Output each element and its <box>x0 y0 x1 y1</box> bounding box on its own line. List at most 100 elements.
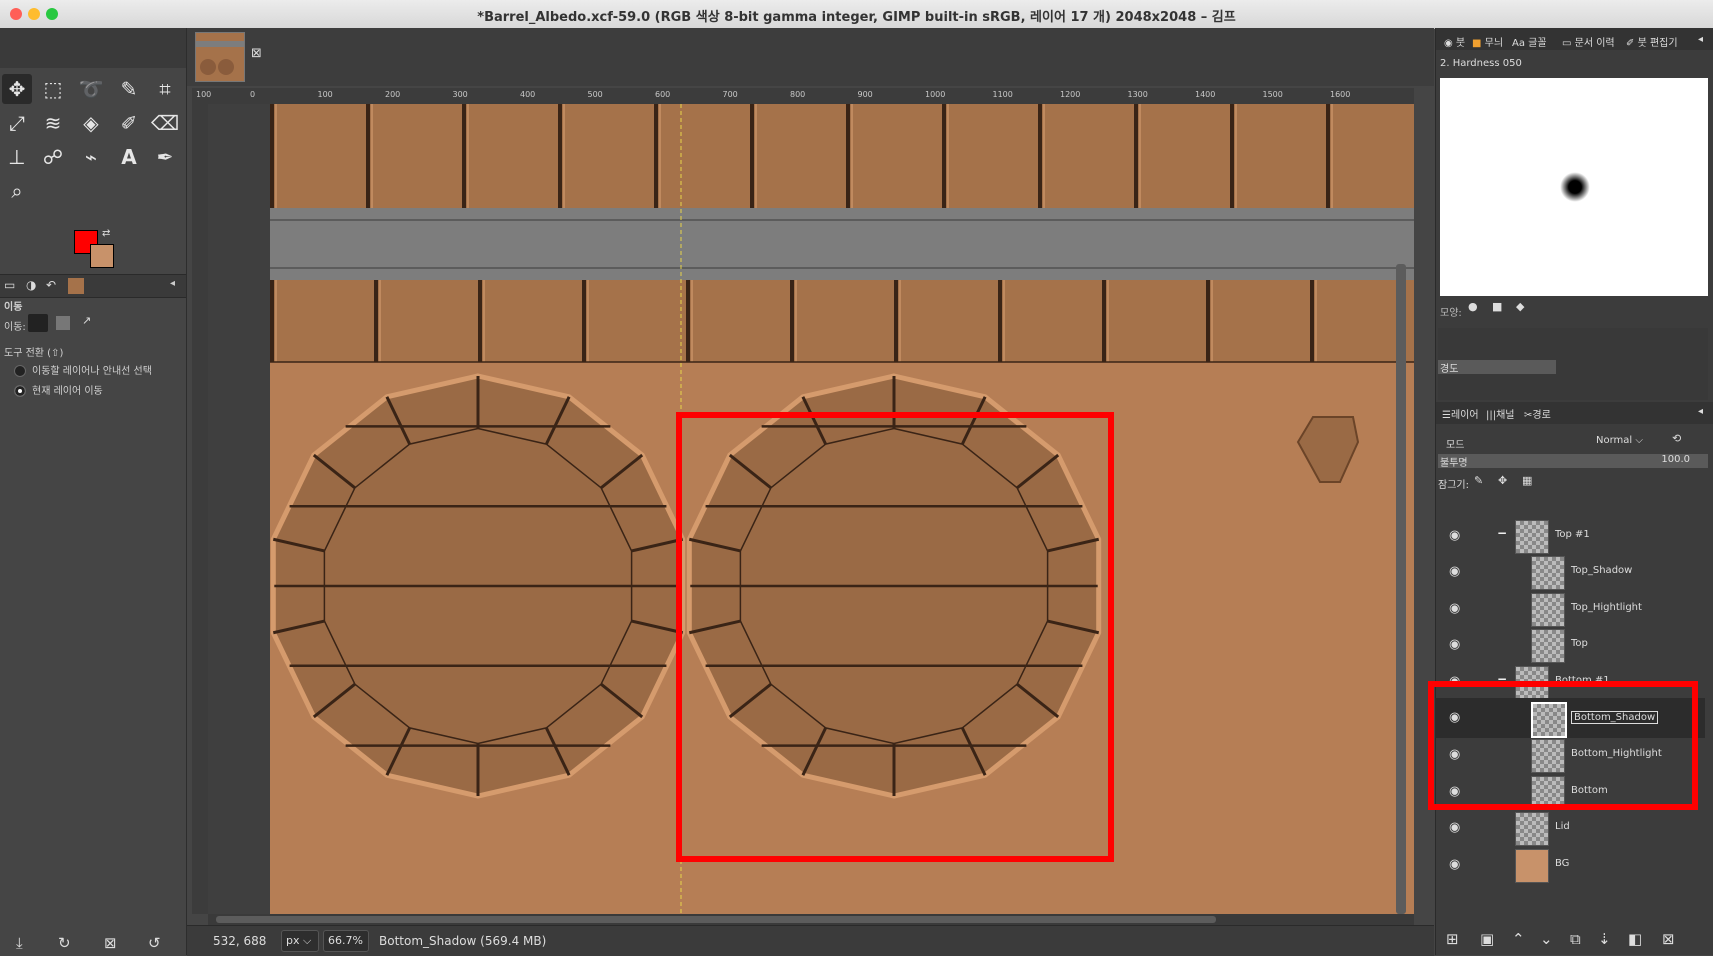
lock-position-icon[interactable]: ✥ <box>1498 474 1507 487</box>
layer-name[interactable]: Top_Hightlight <box>1571 602 1642 613</box>
square-shape-icon[interactable]: ■ <box>1492 300 1502 313</box>
fuzzy-select-tool-icon[interactable]: ✎ <box>114 74 144 104</box>
lock-alpha-icon[interactable]: ▦ <box>1522 474 1532 487</box>
delete-layer-icon[interactable]: ⊠ <box>1662 930 1675 948</box>
layer-thumbnail[interactable] <box>1515 520 1549 554</box>
color-picker-tool-icon[interactable]: ✒ <box>150 142 180 172</box>
ruler-tick-label: 0 <box>250 90 256 99</box>
eraser-tool-icon[interactable]: ⌫ <box>150 108 180 138</box>
circle-shape-icon[interactable]: ● <box>1468 300 1478 313</box>
move-selection-mode-icon[interactable] <box>56 316 70 330</box>
visibility-eye-icon[interactable]: ◉ <box>1449 637 1467 652</box>
visibility-eye-icon[interactable]: ◉ <box>1449 601 1467 616</box>
canvas-area[interactable] <box>208 104 1414 914</box>
lasso-tool-icon[interactable]: ➰ <box>76 74 106 104</box>
layer-thumbnail[interactable] <box>1515 849 1549 883</box>
layer-thumbnail[interactable] <box>1531 629 1565 663</box>
clone-tool-icon[interactable]: ⊥ <box>2 142 32 172</box>
device-status-tab-icon[interactable]: ◑ <box>26 278 36 292</box>
visibility-eye-icon[interactable]: ◉ <box>1449 564 1467 579</box>
delete-tool-preset-icon[interactable]: ⊠ <box>104 934 117 952</box>
tab-patterns[interactable]: ■ 무늬 <box>1472 34 1503 49</box>
layer-name[interactable]: Top #1 <box>1555 529 1590 540</box>
crop-tool-icon[interactable]: ⌗ <box>150 74 180 104</box>
lock-pixels-icon[interactable]: ✎ <box>1474 474 1483 487</box>
tool-options-title: 이동 <box>4 302 23 313</box>
layer-name[interactable]: Top <box>1571 638 1588 649</box>
rect-select-tool-icon[interactable]: ⬚ <box>38 74 68 104</box>
transform-tool-icon[interactable]: ⤢ <box>2 108 32 138</box>
restore-tool-preset-icon[interactable]: ↻ <box>58 934 71 952</box>
layer-name[interactable]: Lid <box>1555 821 1570 832</box>
tab-document-history[interactable]: ▭ 문서 이력 <box>1562 34 1615 49</box>
mask-layer-icon[interactable]: ◧ <box>1628 930 1642 948</box>
paths-tool-icon[interactable]: ⌁ <box>76 142 106 172</box>
tab-channels[interactable]: |||채널 <box>1486 406 1515 421</box>
unit-select[interactable]: px ⌵ <box>281 930 319 952</box>
merge-layer-icon[interactable]: ⇣ <box>1598 930 1611 948</box>
barrel-bottom-disc-right <box>686 373 1102 799</box>
layer-name[interactable]: BG <box>1555 858 1569 869</box>
image-tab-thumbnail[interactable] <box>195 32 245 82</box>
lower-layer-icon[interactable]: ⌄ <box>1540 930 1553 948</box>
save-tool-preset-icon[interactable]: ⤓ <box>16 934 23 952</box>
tab-layers[interactable]: ☰레이어 <box>1442 406 1479 421</box>
dock-menu-icon[interactable]: ◂ <box>1698 34 1703 45</box>
brush-preview[interactable] <box>1440 78 1708 296</box>
diamond-shape-icon[interactable]: ◆ <box>1516 300 1524 313</box>
option-active-radio[interactable]: 현재 레이어 이동 <box>14 382 103 397</box>
layer-name[interactable]: Top_Shadow <box>1571 565 1632 576</box>
paintbrush-tool-icon[interactable]: ✐ <box>114 108 144 138</box>
layers-dock-menu-icon[interactable]: ◂ <box>1698 406 1703 417</box>
zoom-select[interactable]: 66.7% <box>323 930 369 952</box>
layer-row[interactable]: ◉ − Top #1 <box>1435 516 1705 556</box>
tool-options-tab-icon[interactable]: ▭ <box>4 278 15 292</box>
layer-row[interactable]: ◉ Top_Hightlight <box>1435 589 1705 629</box>
tab-brush-editor[interactable]: ✐ 붓 편집기 <box>1626 34 1678 49</box>
visibility-eye-icon[interactable]: ◉ <box>1449 820 1467 835</box>
tab-fonts[interactable]: Aa 글꼴 <box>1512 34 1547 49</box>
layer-thumbnail[interactable] <box>1531 593 1565 627</box>
gimp-wilber-banner <box>0 28 186 68</box>
opacity-slider[interactable]: 불투명 100.0 <box>1438 454 1708 469</box>
visibility-eye-icon[interactable]: ◉ <box>1449 857 1467 872</box>
layer-row[interactable]: ◉ Top_Shadow <box>1435 552 1705 592</box>
configure-tab-icon[interactable]: ◂ <box>170 278 175 289</box>
layer-row[interactable]: ◉ Lid <box>1435 808 1705 848</box>
move-layer-mode-icon[interactable] <box>28 314 48 332</box>
layer-thumbnail[interactable] <box>1531 556 1565 590</box>
smudge-tool-icon[interactable]: ☍ <box>38 142 68 172</box>
layer-row[interactable]: ◉ BG <box>1435 845 1705 885</box>
move-tool-icon[interactable]: ✥ <box>2 74 32 104</box>
swap-colors-icon[interactable]: ⇄ <box>102 228 110 239</box>
mode-select[interactable]: Normal ⌵ <box>1596 432 1666 450</box>
reset-mode-icon[interactable]: ⟲ <box>1672 432 1681 445</box>
ruler-tick-label: 1000 <box>925 90 946 99</box>
images-tab-icon[interactable] <box>68 278 84 294</box>
tab-paths[interactable]: ✂경로 <box>1524 406 1551 421</box>
new-layer-group-icon[interactable]: ▣ <box>1480 930 1494 948</box>
option-pick-radio[interactable]: 이동할 레이어나 안내선 선택 <box>14 362 152 377</box>
raise-layer-icon[interactable]: ⌃ <box>1512 930 1525 948</box>
collapse-group-icon[interactable]: − <box>1497 526 1507 540</box>
bucket-fill-tool-icon[interactable]: ◈ <box>76 108 106 138</box>
undo-history-tab-icon[interactable]: ↶ <box>46 278 56 292</box>
visibility-eye-icon[interactable]: ◉ <box>1449 528 1467 543</box>
canvas-image[interactable] <box>208 104 1414 914</box>
new-layer-icon[interactable]: ⊞ <box>1446 930 1459 948</box>
move-path-mode-icon[interactable]: ↗ <box>82 314 91 327</box>
zoom-tool-icon[interactable]: ⌕ <box>2 176 32 206</box>
background-color-swatch[interactable] <box>90 244 114 268</box>
layers-highlight-box <box>1428 681 1698 810</box>
text-tool-icon[interactable]: A <box>114 142 144 172</box>
warp-tool-icon[interactable]: ≋ <box>38 108 68 138</box>
tab-brushes[interactable]: ◉ 붓 <box>1444 34 1465 49</box>
active-layer-info: Bottom_Shadow (569.4 MB) <box>379 934 547 948</box>
close-image-tab-icon[interactable]: ⊠ <box>251 46 262 61</box>
horizontal-scrollbar[interactable] <box>216 916 1216 923</box>
duplicate-layer-icon[interactable]: ⧉ <box>1570 930 1581 948</box>
vertical-scrollbar[interactable] <box>1396 264 1406 914</box>
layer-row[interactable]: ◉ Top <box>1435 625 1705 665</box>
reset-tool-preset-icon[interactable]: ↺ <box>148 934 161 952</box>
layer-thumbnail[interactable] <box>1515 812 1549 846</box>
